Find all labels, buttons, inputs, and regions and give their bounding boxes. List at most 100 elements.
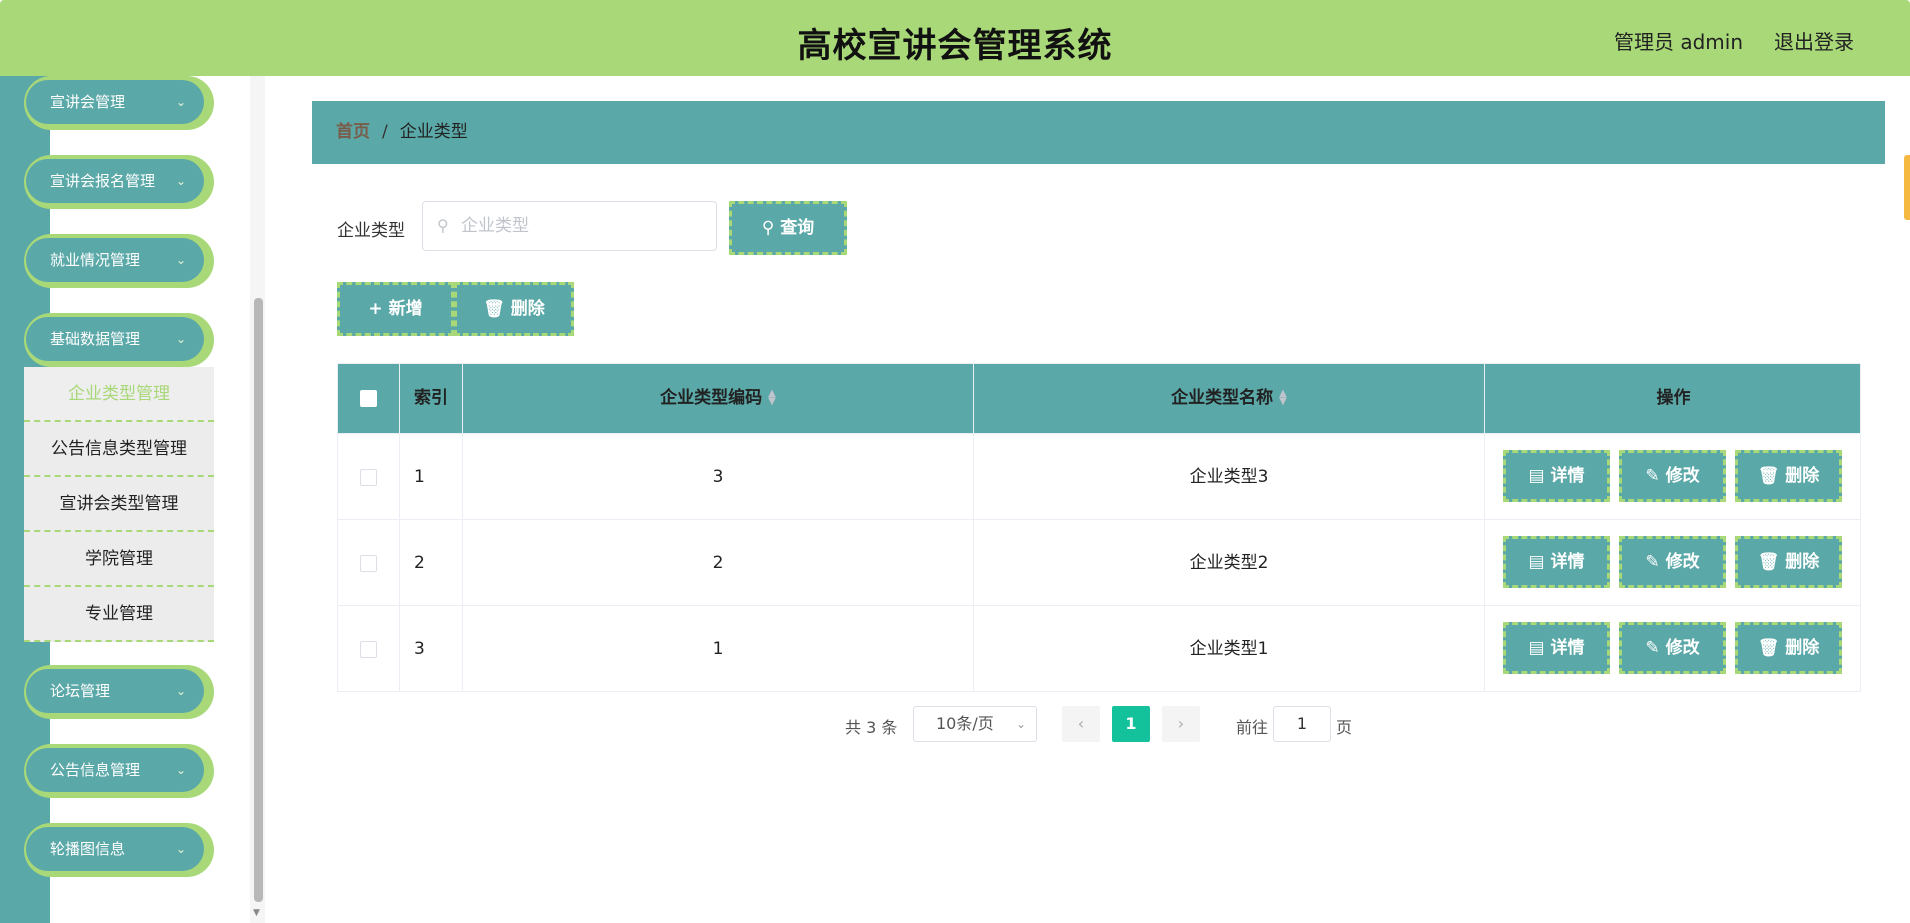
edit-button[interactable]: ✎ 修改: [1619, 536, 1726, 588]
row-checkbox[interactable]: [360, 468, 377, 486]
table-row: 2 2 企业类型2 ▤ 详情 ✎ 修改 🗑 删除: [338, 519, 1862, 606]
header-ops: 操作: [1656, 388, 1691, 408]
sidebar-item-baoming[interactable]: 宣讲会报名管理 ⌄: [24, 155, 214, 209]
chevron-down-icon: ⌄: [175, 332, 186, 346]
document-icon: ▤: [1528, 638, 1551, 658]
data-table: 索引 企业类型编码 ▲ ▼ 企业类型名称 ▲ ▼ 操作 1 3 企业类型3 ▤ 详情 ✎…: [337, 363, 1861, 692]
cell-name: 企业类型2: [974, 520, 1485, 606]
goto-label: 前往: [1236, 718, 1269, 737]
delete-label: 删除: [1785, 466, 1820, 486]
sidebar-item-jichu[interactable]: 基础数据管理 ⌄: [24, 313, 214, 367]
page-size-select[interactable]: 10条/页 ⌄: [913, 706, 1037, 742]
page-size-value: 10条/页: [936, 714, 994, 733]
submenu-item-xueyuan[interactable]: 学院管理: [24, 532, 214, 587]
select-all-checkbox[interactable]: [360, 389, 377, 407]
query-label: 查询: [780, 218, 815, 238]
delete-button[interactable]: 🗑 删除: [1735, 536, 1842, 588]
chevron-down-icon: ⌄: [175, 253, 186, 267]
sidebar-item-label: 轮播图信息: [50, 840, 126, 858]
sidebar-item-lunbotu[interactable]: 轮播图信息 ⌄: [24, 823, 214, 877]
sidebar-item-label: 就业情况管理: [50, 251, 141, 269]
detail-label: 详情: [1550, 638, 1585, 658]
pencil-icon: ✎: [1645, 638, 1666, 658]
search-field[interactable]: ⚲: [422, 201, 717, 251]
row-checkbox[interactable]: [360, 640, 377, 658]
sidebar-item-label: 论坛管理: [50, 682, 111, 700]
sort-icon[interactable]: ▲ ▼: [768, 389, 776, 407]
breadcrumb-home[interactable]: 首页: [336, 122, 370, 142]
sidebar-scrollbar-thumb[interactable]: [254, 298, 263, 902]
submenu-item-zhuanye[interactable]: 专业管理: [24, 587, 214, 642]
sort-icon[interactable]: ▲ ▼: [1279, 389, 1287, 407]
sidebar: 宣讲会管理 ⌄ 宣讲会报名管理 ⌄ 就业情况管理 ⌄ 基础数据管理 ⌄ 企业类型管理 公…: [0, 76, 265, 923]
batch-delete-button[interactable]: 🗑 删除: [454, 282, 574, 336]
pencil-icon: ✎: [1645, 466, 1666, 486]
cell-ops: ▤ 详情 ✎ 修改 🗑 删除: [1485, 434, 1862, 520]
delete-label: 删除: [510, 299, 545, 319]
header-name-label: 企业类型名称: [1171, 388, 1274, 408]
sidebar-item-label: 宣讲会报名管理: [50, 172, 156, 190]
sidebar-item-label: 基础数据管理: [50, 330, 141, 348]
header-name[interactable]: 企业类型名称 ▲ ▼: [974, 364, 1485, 433]
detail-label: 详情: [1550, 466, 1585, 486]
delete-button[interactable]: 🗑 删除: [1735, 622, 1842, 674]
sidebar-item-label: 宣讲会管理: [50, 93, 126, 111]
detail-label: 详情: [1550, 552, 1585, 572]
trash-icon: 🗑: [1757, 466, 1786, 486]
edit-label: 修改: [1665, 466, 1700, 486]
detail-button[interactable]: ▤ 详情: [1503, 622, 1610, 674]
chevron-left-icon: ‹: [1077, 714, 1085, 733]
goto-page-input[interactable]: 1: [1273, 706, 1331, 742]
query-button[interactable]: ⚲ 查询: [729, 201, 847, 255]
sidebar-item-gonggao[interactable]: 公告信息管理 ⌄: [24, 744, 214, 798]
detail-button[interactable]: ▤ 详情: [1503, 450, 1610, 502]
document-icon: ▤: [1528, 552, 1551, 572]
submenu-item-qiye-type[interactable]: 企业类型管理: [24, 367, 214, 422]
scroll-down-arrow-icon[interactable]: ▼: [253, 908, 260, 918]
cell-index: 3: [400, 606, 463, 692]
cell-ops: ▤ 详情 ✎ 修改 🗑 删除: [1485, 606, 1862, 692]
submenu-item-gonggao-type[interactable]: 公告信息类型管理: [24, 422, 214, 477]
table-header: 索引 企业类型编码 ▲ ▼ 企业类型名称 ▲ ▼ 操作: [338, 364, 1860, 433]
submenu-item-xuanjianghui-type[interactable]: 宣讲会类型管理: [24, 477, 214, 532]
breadcrumb-current: 企业类型: [399, 122, 468, 142]
sidebar-item-luntan[interactable]: 论坛管理 ⌄: [24, 665, 214, 719]
delete-button[interactable]: 🗑 删除: [1735, 450, 1842, 502]
select-all-cell: [338, 364, 400, 433]
row-checkbox[interactable]: [360, 554, 377, 572]
top-header: 高校宣讲会管理系统 管理员 admin 退出登录: [0, 0, 1910, 76]
prev-page-button[interactable]: ‹: [1062, 706, 1100, 742]
next-page-button[interactable]: ›: [1162, 706, 1200, 742]
header-index: 索引: [400, 364, 463, 433]
trash-icon: 🗑: [483, 299, 511, 319]
edit-button[interactable]: ✎ 修改: [1619, 450, 1726, 502]
cell-ops: ▤ 详情 ✎ 修改 🗑 删除: [1485, 520, 1862, 606]
add-button[interactable]: + 新增: [337, 282, 454, 336]
chevron-down-icon: ⌄: [175, 174, 186, 188]
header-code[interactable]: 企业类型编码 ▲ ▼: [463, 364, 974, 433]
page-suffix: 页: [1336, 718, 1353, 737]
delete-label: 删除: [1785, 638, 1820, 658]
cell-name: 企业类型3: [974, 434, 1485, 520]
edit-label: 修改: [1665, 552, 1700, 572]
submenu-jichu: 企业类型管理 公告信息类型管理 宣讲会类型管理 学院管理 专业管理: [24, 367, 214, 642]
side-tab-marker[interactable]: [1904, 155, 1910, 220]
delete-label: 删除: [1785, 552, 1820, 572]
cell-index: 1: [400, 434, 463, 520]
logout-button[interactable]: 退出登录: [1774, 26, 1854, 55]
current-page-button[interactable]: 1: [1112, 706, 1150, 742]
document-icon: ▤: [1528, 466, 1551, 486]
edit-label: 修改: [1665, 638, 1700, 658]
detail-button[interactable]: ▤ 详情: [1503, 536, 1610, 588]
table-row: 1 3 企业类型3 ▤ 详情 ✎ 修改 🗑 删除: [338, 433, 1862, 520]
sidebar-item-jiuye[interactable]: 就业情况管理 ⌄: [24, 234, 214, 288]
cell-code: 2: [463, 520, 974, 606]
search-icon: ⚲: [761, 218, 781, 238]
chevron-down-icon: ⌄: [175, 763, 186, 777]
sidebar-item-xuanjianghui[interactable]: 宣讲会管理 ⌄: [24, 76, 214, 130]
cell-code: 1: [463, 606, 974, 692]
edit-button[interactable]: ✎ 修改: [1619, 622, 1726, 674]
table-row: 3 1 企业类型1 ▤ 详情 ✎ 修改 🗑 删除: [338, 605, 1862, 692]
pagination-total: 共 3 条: [845, 718, 898, 737]
search-input[interactable]: [461, 214, 701, 238]
